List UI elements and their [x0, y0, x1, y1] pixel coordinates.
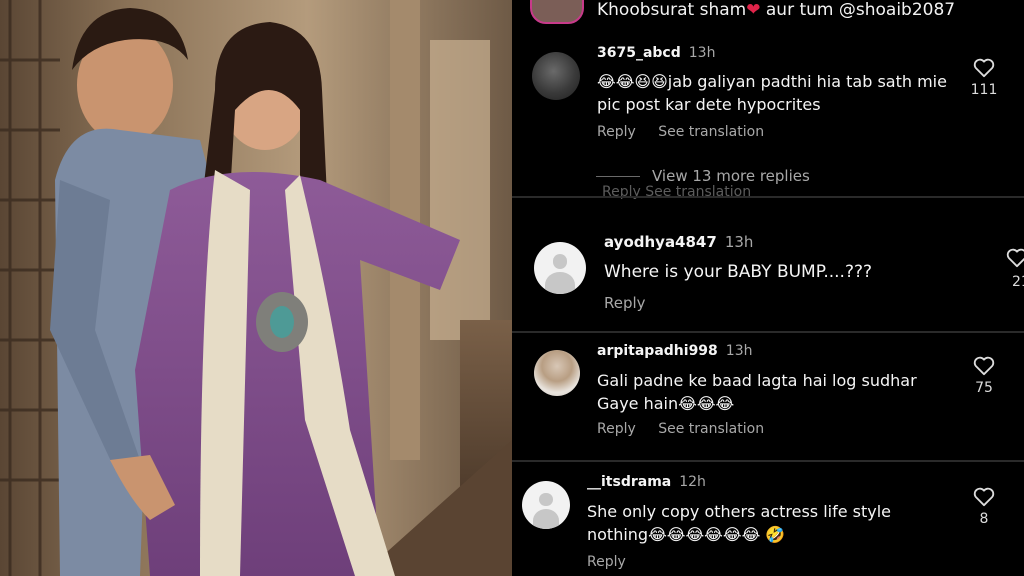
like-control[interactable]: 8 — [964, 487, 1004, 527]
like-count: 75 — [975, 380, 993, 396]
comment-meta: arpitapadhi998 13h — [597, 343, 752, 359]
like-count: 21 — [1012, 274, 1024, 290]
reply-button[interactable]: Reply — [587, 554, 626, 570]
comment-actions: Reply — [604, 294, 664, 312]
like-count: 8 — [979, 511, 989, 527]
see-translation-button[interactable]: See translation — [658, 124, 764, 140]
comment-username[interactable]: arpitapadhi998 — [597, 343, 718, 359]
like-count: 111 — [970, 82, 998, 98]
like-control[interactable]: 75 — [964, 356, 1004, 396]
comment-time: 13h — [725, 343, 753, 359]
section-divider — [512, 196, 1024, 198]
view-more-label[interactable]: View 13 more replies — [652, 167, 810, 185]
like-control[interactable]: 21 — [1006, 248, 1024, 290]
reply-button[interactable]: Reply — [597, 124, 636, 140]
comment-username[interactable]: ayodhya4847 — [604, 233, 717, 251]
heart-outline-icon[interactable] — [1006, 248, 1024, 268]
comment-username[interactable]: __itsdrama — [587, 474, 671, 490]
comment-text: Gali padne ke baad lagta hai log sudhar … — [597, 371, 917, 413]
comment-actions: Reply — [587, 554, 644, 570]
section-divider — [512, 460, 1024, 462]
heart-outline-icon[interactable] — [973, 487, 995, 507]
caption-text-start: Khoobsurat sham — [597, 0, 747, 20]
couple-photo-illustration — [0, 0, 512, 576]
comment-actions: Reply See translation — [597, 124, 782, 140]
comment-text: Where is your BABY BUMP....??? — [604, 262, 873, 282]
replies-divider-line — [596, 176, 640, 177]
heart-emoji: ❤ — [746, 0, 761, 20]
comment-time: 13h — [724, 233, 754, 251]
comments-panel: Khoobsurat sham❤ aur tum @shoaib2087 367… — [512, 0, 1024, 576]
comment-time: 12h — [679, 474, 706, 490]
section-divider — [512, 331, 1024, 333]
commenter-avatar[interactable] — [532, 52, 580, 100]
comment-meta: ayodhya4847 13h — [604, 233, 753, 251]
comment-meta: 3675_abcd 13h — [597, 45, 715, 61]
view-more-replies[interactable]: View 13 more replies — [596, 167, 810, 185]
heart-outline-icon[interactable] — [973, 356, 995, 376]
comment-text: She only copy others actress life style … — [587, 502, 892, 544]
comment-time: 13h — [688, 45, 716, 61]
default-avatar-icon[interactable] — [534, 242, 586, 294]
comment-actions: Reply See translation — [597, 421, 782, 437]
comment-text: 😂😂😆😆jab galiyan padthi hia tab sath mie … — [597, 72, 947, 114]
post-caption: Khoobsurat sham❤ aur tum @shoaib2087 — [512, 0, 1024, 30]
comment-username[interactable]: 3675_abcd — [597, 45, 681, 61]
caption-text-end: aur tum @shoaib2087 — [760, 0, 956, 20]
like-control[interactable]: 111 — [964, 58, 1004, 98]
author-avatar[interactable] — [530, 0, 584, 24]
post-photo — [0, 0, 512, 576]
reply-button[interactable]: Reply — [597, 421, 636, 437]
default-avatar-icon[interactable] — [522, 481, 570, 529]
comment-meta: __itsdrama 12h — [587, 474, 706, 490]
commenter-avatar[interactable] — [534, 350, 580, 396]
heart-outline-icon[interactable] — [973, 58, 995, 78]
caption-text: Khoobsurat sham❤ aur tum @shoaib2087 — [597, 0, 955, 20]
reply-button[interactable]: Reply — [604, 294, 646, 312]
see-translation-button[interactable]: See translation — [658, 421, 764, 437]
